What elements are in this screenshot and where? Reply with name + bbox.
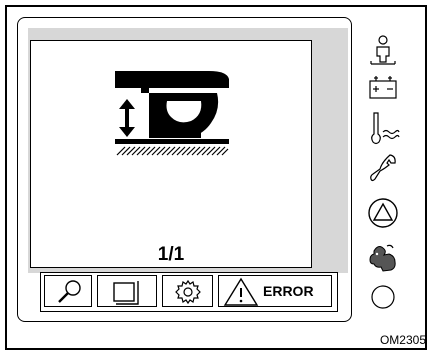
magnifier-icon bbox=[58, 280, 81, 303]
coolant-temperature-icon bbox=[371, 112, 400, 145]
battery-icon bbox=[369, 76, 397, 99]
settings-button[interactable] bbox=[162, 275, 213, 307]
wrench-icon bbox=[370, 154, 396, 182]
search-button[interactable] bbox=[44, 275, 92, 307]
warning-triangle-icon bbox=[223, 277, 259, 306]
error-button[interactable]: ERROR bbox=[218, 275, 332, 307]
error-label: ERROR bbox=[263, 283, 314, 299]
pages-button[interactable] bbox=[97, 275, 157, 307]
indicator-light-icon bbox=[371, 285, 395, 309]
bottom-toolbar: ERROR bbox=[40, 272, 338, 312]
operator-icon bbox=[370, 35, 396, 65]
page-indicator: 1/1 bbox=[157, 244, 185, 265]
platform-height-icon bbox=[115, 71, 229, 156]
main-screen: 1/1 bbox=[30, 40, 312, 268]
hazard-warning-icon[interactable] bbox=[366, 196, 400, 230]
pages-icon bbox=[113, 281, 139, 305]
turtle-hare-speed-icon[interactable] bbox=[365, 242, 401, 276]
figure-code: OM2305 bbox=[379, 333, 426, 347]
gear-icon bbox=[175, 279, 201, 305]
